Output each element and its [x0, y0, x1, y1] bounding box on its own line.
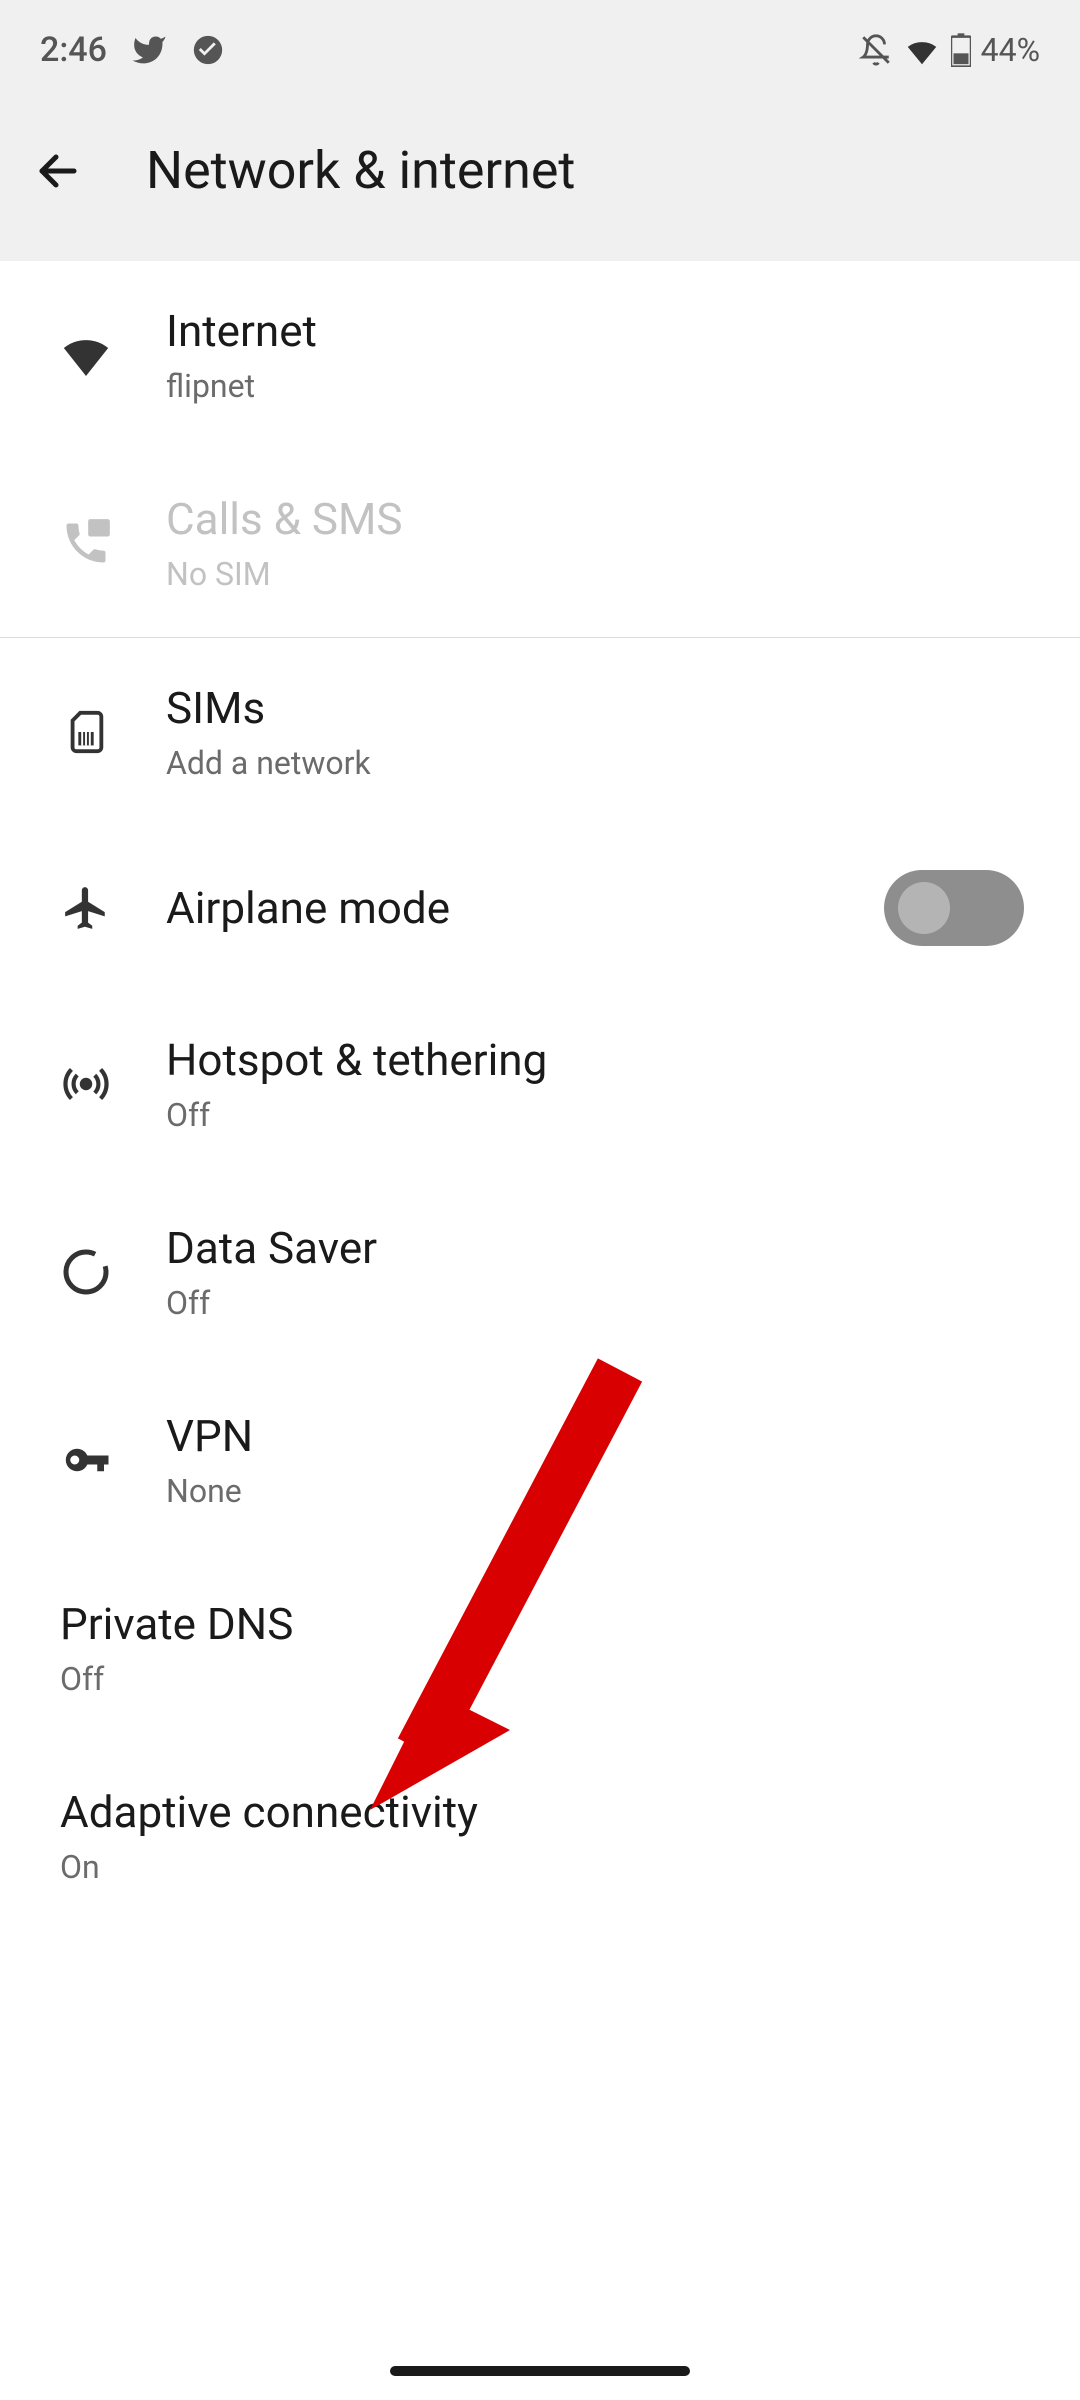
row-subtitle: flipnet [166, 367, 1024, 405]
gesture-nav-bar[interactable] [390, 2366, 690, 2376]
row-title: Private DNS [60, 1598, 1024, 1650]
row-hotspot[interactable]: Hotspot & tethering Off [0, 990, 1080, 1178]
row-title: SIMs [166, 682, 1024, 734]
row-title: VPN [166, 1410, 1024, 1462]
toggle-knob [898, 882, 950, 934]
wifi-icon [903, 31, 941, 69]
row-title: Hotspot & tethering [166, 1034, 1024, 1086]
row-subtitle: Add a network [166, 744, 1024, 782]
row-subtitle: On [60, 1848, 1024, 1886]
row-title: Adaptive connectivity [60, 1786, 1024, 1838]
row-subtitle: Off [166, 1096, 1024, 1134]
row-private-dns[interactable]: Private DNS Off [0, 1554, 1080, 1742]
phone-message-icon [56, 513, 116, 573]
row-sims[interactable]: SIMs Add a network [0, 638, 1080, 826]
row-airplane-mode[interactable]: Airplane mode [0, 826, 1080, 990]
status-time: 2:46 [40, 30, 107, 70]
row-title: Calls & SMS [166, 493, 1024, 545]
row-title: Airplane mode [166, 882, 834, 934]
airplane-mode-toggle[interactable] [884, 870, 1024, 946]
row-subtitle: No SIM [166, 555, 1024, 593]
header: Network & internet [0, 100, 1080, 261]
airplane-icon [56, 878, 116, 938]
back-button[interactable] [30, 143, 86, 199]
battery-percent: 44% [981, 31, 1040, 69]
row-internet[interactable]: Internet flipnet [0, 261, 1080, 449]
row-subtitle: Off [60, 1660, 1024, 1698]
row-adaptive-connectivity[interactable]: Adaptive connectivity On [0, 1742, 1080, 1930]
status-bar: 2:46 44% [0, 0, 1080, 100]
checkmark-circle-icon [191, 33, 225, 67]
data-saver-icon [56, 1242, 116, 1302]
battery-icon [951, 33, 971, 67]
row-calls-sms: Calls & SMS No SIM [0, 449, 1080, 637]
twitter-icon [131, 32, 167, 68]
vpn-key-icon [56, 1430, 116, 1490]
page-title: Network & internet [146, 140, 575, 201]
row-title: Internet [166, 305, 1024, 357]
hotspot-icon [56, 1054, 116, 1114]
arrow-left-icon [34, 147, 82, 195]
wifi-icon [56, 325, 116, 385]
row-subtitle: None [166, 1472, 1024, 1510]
row-title: Data Saver [166, 1222, 1024, 1274]
settings-list: Internet flipnet Calls & SMS No SIM SIMs… [0, 261, 1080, 1930]
row-subtitle: Off [166, 1284, 1024, 1322]
row-vpn[interactable]: VPN None [0, 1366, 1080, 1554]
sim-card-icon [56, 702, 116, 762]
row-data-saver[interactable]: Data Saver Off [0, 1178, 1080, 1366]
notifications-off-icon [859, 33, 893, 67]
